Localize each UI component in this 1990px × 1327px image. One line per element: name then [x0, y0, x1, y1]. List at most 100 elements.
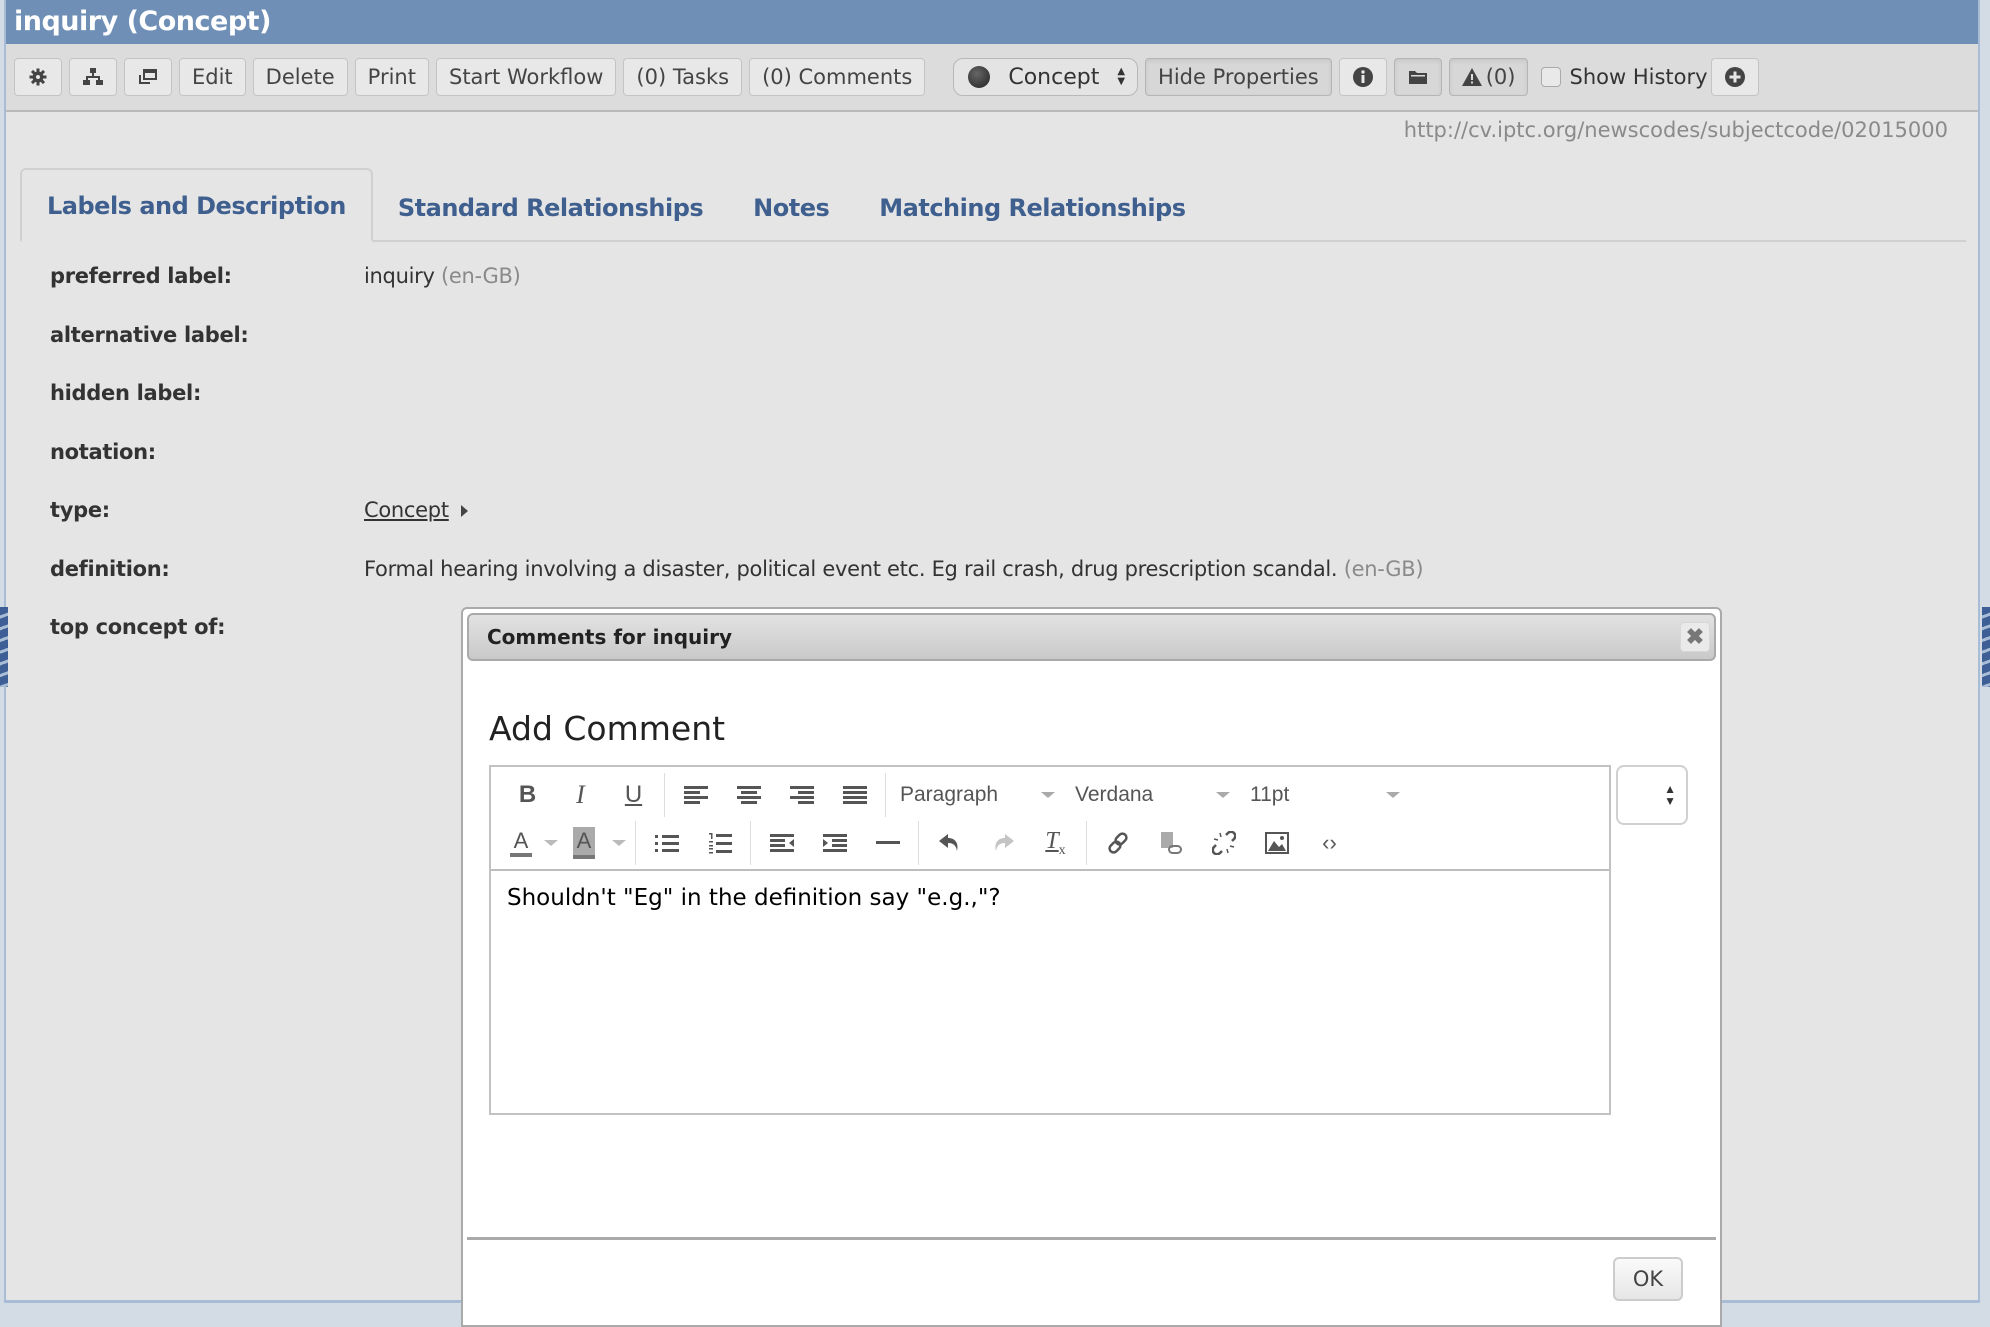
underline-button[interactable]: U [607, 775, 660, 815]
type-link[interactable]: Concept [364, 498, 449, 522]
show-history-label: Show History [1569, 65, 1707, 89]
bold-button[interactable]: B [501, 775, 554, 815]
hide-properties-button[interactable]: Hide Properties [1145, 58, 1332, 96]
hierarchy-button[interactable] [69, 58, 117, 96]
alternative-label-label: alternative label: [50, 323, 364, 347]
tab-labels-and-description[interactable]: Labels and Description [20, 168, 373, 242]
align-right-button[interactable] [775, 775, 828, 815]
clear-formatting-button[interactable]: Tx [1029, 823, 1082, 863]
type-select[interactable]: Concept ▲▼ [953, 58, 1138, 96]
ok-button[interactable]: OK [1613, 1257, 1683, 1301]
notation-label: notation: [50, 440, 364, 464]
close-button[interactable]: ✖ [1680, 622, 1710, 652]
dropdown-arrow-icon [1216, 792, 1230, 798]
indent-icon [823, 833, 847, 853]
tasks-button[interactable]: (0) Tasks [623, 58, 742, 96]
image-icon [1265, 832, 1289, 854]
undo-button[interactable] [923, 823, 976, 863]
warning-icon [1462, 68, 1482, 86]
indent-button[interactable] [808, 823, 861, 863]
justify-button[interactable] [828, 775, 881, 815]
horizontal-rule-icon [876, 833, 900, 853]
dropdown-arrow-icon [1041, 792, 1055, 798]
comment-textarea[interactable]: Shouldn't "Eg" in the definition say "e.… [491, 871, 1609, 925]
font-family-select[interactable]: Verdana [1065, 775, 1240, 815]
status-dot-icon [968, 66, 990, 88]
show-history-toggle[interactable]: Show History [1541, 65, 1707, 89]
italic-icon: I [576, 780, 585, 810]
folder-button[interactable] [1394, 58, 1442, 96]
align-left-button[interactable] [669, 775, 722, 815]
language-tag: (en-GB) [1344, 557, 1424, 581]
print-button[interactable]: Print [355, 58, 429, 96]
preferred-label-value: inquiry (en-GB) [364, 264, 521, 288]
align-right-icon [790, 785, 814, 805]
right-resize-handle[interactable] [1982, 607, 1990, 687]
source-code-button[interactable]: ‹› [1303, 823, 1356, 863]
show-history-checkbox[interactable] [1541, 67, 1561, 87]
window-title: inquiry (Concept) [6, 0, 1978, 44]
block-format-select[interactable]: Paragraph [890, 775, 1065, 815]
comment-type-select[interactable]: ▲▼ [1616, 765, 1688, 825]
outdent-button[interactable] [755, 823, 808, 863]
background-color-dropdown[interactable] [607, 823, 631, 863]
outdent-icon [770, 833, 794, 853]
edit-button[interactable]: Edit [179, 58, 246, 96]
rich-text-editor: B I U [489, 765, 1611, 1115]
tab-matching-relationships[interactable]: Matching Relationships [854, 172, 1210, 240]
info-button[interactable] [1339, 58, 1387, 96]
property-row: notation: [50, 434, 1423, 493]
background-color-button[interactable]: A [561, 823, 607, 863]
code-icon: ‹› [1322, 830, 1337, 856]
updown-arrows-icon: ▲▼ [1117, 67, 1125, 87]
text-color-icon: A [510, 829, 533, 857]
text-color-dropdown[interactable] [541, 823, 561, 863]
unlink-icon [1212, 831, 1236, 855]
comments-button[interactable]: (0) Comments [749, 58, 925, 96]
new-window-icon [138, 69, 158, 85]
settings-button[interactable] [14, 58, 62, 96]
bullet-list-icon [655, 833, 679, 853]
bold-icon: B [519, 781, 536, 809]
tab-standard-relationships[interactable]: Standard Relationships [373, 172, 728, 240]
undo-icon [939, 833, 961, 853]
dropdown-arrow-icon [544, 840, 558, 846]
open-new-window-button[interactable] [124, 58, 172, 96]
text-color-button[interactable]: A [501, 823, 541, 863]
type-select-value: Concept [1008, 65, 1099, 90]
property-row: definition: Formal hearing involving a d… [50, 551, 1423, 610]
start-workflow-button[interactable]: Start Workflow [436, 58, 616, 96]
definition-text: Formal hearing involving a disaster, pol… [364, 557, 1337, 581]
align-left-icon [684, 785, 708, 805]
property-row: type: Concept [50, 492, 1423, 551]
font-size-select[interactable]: 11pt [1240, 775, 1410, 815]
add-comment-heading: Add Comment [489, 709, 725, 748]
tab-notes[interactable]: Notes [728, 172, 854, 240]
numbered-list-button[interactable] [693, 823, 746, 863]
property-row: hidden label: [50, 375, 1423, 434]
unlink-button[interactable] [1197, 823, 1250, 863]
type-value: Concept [364, 498, 468, 522]
justify-icon [843, 785, 867, 805]
align-center-button[interactable] [722, 775, 775, 815]
anchor-button[interactable] [1144, 823, 1197, 863]
insert-image-button[interactable] [1250, 823, 1303, 863]
left-resize-handle[interactable] [0, 607, 8, 687]
horizontal-rule-button[interactable] [861, 823, 914, 863]
tab-bar: Labels and Description Standard Relation… [20, 170, 1966, 242]
warnings-count: (0) [1486, 65, 1516, 89]
caret-right-icon[interactable] [461, 505, 468, 517]
bullet-list-button[interactable] [640, 823, 693, 863]
warnings-button[interactable]: (0) [1449, 58, 1529, 96]
add-button[interactable] [1711, 58, 1759, 96]
block-format-value: Paragraph [900, 783, 998, 807]
italic-button[interactable]: I [554, 775, 607, 815]
language-tag: (en-GB) [441, 264, 521, 288]
insert-link-button[interactable] [1091, 823, 1144, 863]
dropdown-arrow-icon [1386, 792, 1400, 798]
redo-button[interactable] [976, 823, 1029, 863]
plus-circle-icon [1724, 66, 1746, 88]
editor-toolbar: B I U [491, 767, 1609, 871]
font-size-value: 11pt [1250, 783, 1289, 807]
delete-button[interactable]: Delete [253, 58, 348, 96]
